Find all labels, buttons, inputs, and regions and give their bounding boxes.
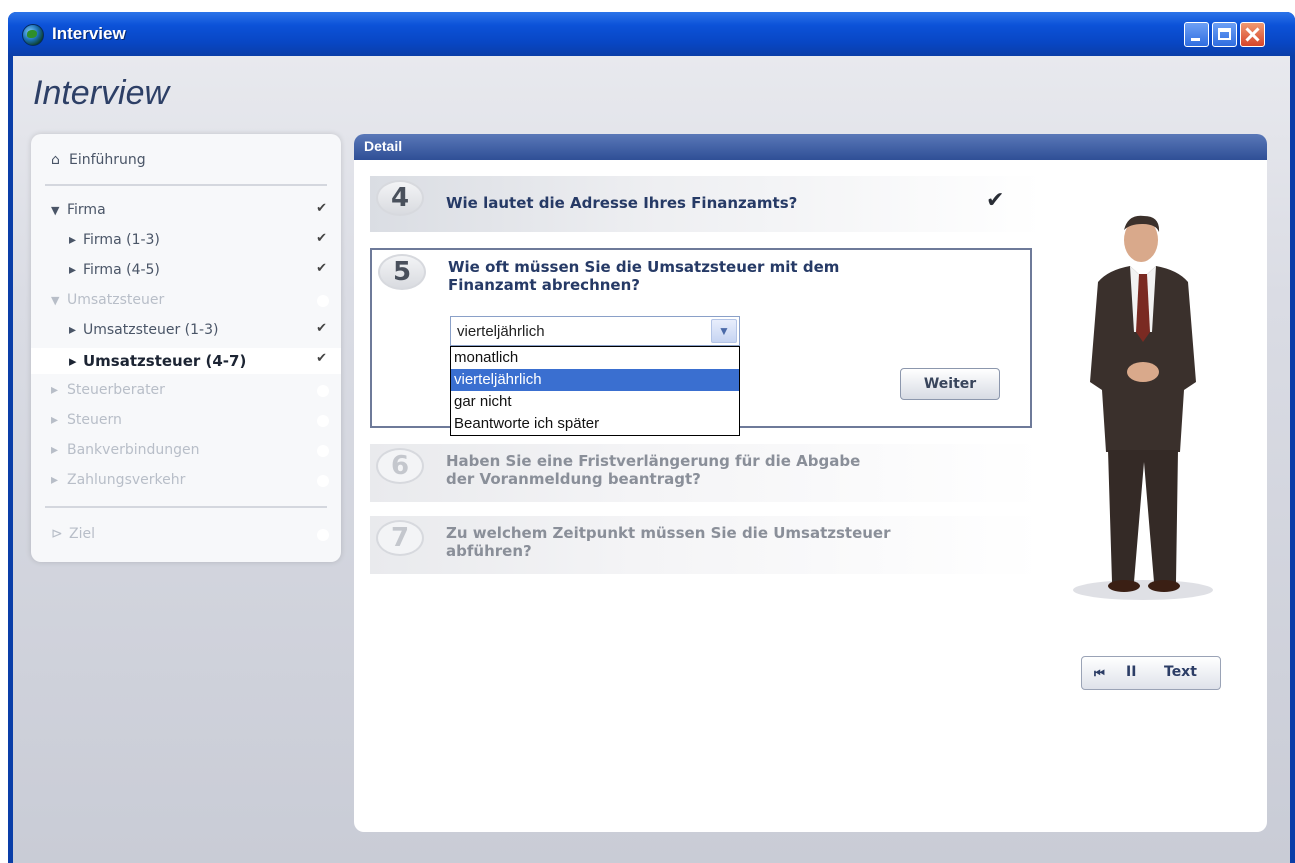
frequency-dropdown-list: monatlich vierteljährlich gar nicht Bean…: [450, 346, 740, 436]
dropdown-option[interactable]: gar nicht: [451, 391, 739, 413]
chevron-down-icon[interactable]: ▼: [711, 319, 737, 343]
dropdown-option-selected[interactable]: vierteljährlich: [451, 369, 739, 391]
question-number: 7: [376, 520, 424, 556]
sidebar-item-label: Firma (1-3): [83, 232, 160, 248]
sidebar-item-umsatzsteuer-4-7[interactable]: ▸ Umsatzsteuer (4-7) ✔: [31, 348, 341, 374]
question-text: Wie lautet die Adresse Ihres Finanzamts?: [446, 194, 798, 212]
divider: [45, 506, 327, 508]
check-icon: ✔: [986, 188, 1005, 213]
chevron-right-icon: ▸: [69, 352, 77, 370]
question-text-line: Haben Sie eine Fristverlängerung für die…: [446, 452, 861, 470]
sidebar-item-umsatzsteuer[interactable]: ▼ Umsatzsteuer: [31, 288, 341, 314]
status-dot: [317, 529, 329, 541]
sidebar-item-bankverbindungen[interactable]: ▸ Bankverbindungen: [31, 438, 341, 464]
sidebar-item-label: Umsatzsteuer (4-7): [83, 352, 247, 370]
divider: [45, 184, 327, 186]
question-number: 6: [376, 448, 424, 484]
chevron-right-icon: ▸: [51, 412, 59, 428]
sidebar-item-label: Steuerberater: [67, 382, 165, 398]
sidebar-item-label: Umsatzsteuer (1-3): [83, 322, 219, 338]
sidebar-item-firma-4-5[interactable]: ▸ Firma (4-5) ✔: [31, 258, 341, 284]
chevron-right-icon: ▸: [51, 382, 59, 398]
select-value: vierteljährlich: [457, 323, 545, 340]
flag-icon: ⊳: [51, 526, 63, 542]
rewind-icon[interactable]: ⏮: [1094, 666, 1105, 681]
frequency-select[interactable]: vierteljährlich ▼: [450, 316, 740, 346]
presenter-figure: [1073, 215, 1213, 600]
pause-icon[interactable]: II: [1126, 664, 1136, 680]
sidebar-item-firma-1-3[interactable]: ▸ Firma (1-3) ✔: [31, 228, 341, 254]
sidebar-item-steuern[interactable]: ▸ Steuern: [31, 408, 341, 434]
sidebar-item-label: Ziel: [69, 526, 95, 542]
question-text-line: der Voranmeldung beantragt?: [446, 470, 701, 488]
question-4[interactable]: 4 Wie lautet die Adresse Ihres Finanzamt…: [370, 176, 1042, 232]
sidebar-item-label: Einführung: [69, 152, 146, 168]
page-title: Interview: [33, 74, 170, 112]
dropdown-option[interactable]: monatlich: [451, 347, 739, 369]
chevron-right-icon: ▸: [69, 322, 77, 338]
check-icon: ✔: [316, 351, 327, 366]
sidebar-item-label: Zahlungsverkehr: [67, 472, 186, 488]
close-button[interactable]: [1240, 22, 1265, 47]
sidebar-item-umsatzsteuer-1-3[interactable]: ▸ Umsatzsteuer (1-3) ✔: [31, 318, 341, 344]
question-text-line: Finanzamt abrechnen?: [448, 276, 640, 294]
minimize-button[interactable]: [1184, 22, 1209, 47]
chevron-down-icon: ▼: [51, 204, 60, 217]
sidebar-item-firma[interactable]: ▼ Firma ✔: [31, 198, 341, 224]
sidebar-item-zahlungsverkehr[interactable]: ▸ Zahlungsverkehr: [31, 468, 341, 494]
sidebar-item-label: Firma: [67, 202, 106, 218]
check-icon: ✔: [316, 321, 327, 336]
status-dot: [317, 415, 329, 427]
question-6[interactable]: 6 Haben Sie eine Fristverlängerung für d…: [370, 444, 1042, 502]
question-text-line: abführen?: [446, 542, 532, 560]
status-dot: [317, 295, 329, 307]
question-number: 5: [378, 254, 426, 290]
status-dot: [317, 445, 329, 457]
check-icon: ✔: [316, 261, 327, 276]
chevron-right-icon: ▸: [51, 472, 59, 488]
globe-icon: [22, 24, 44, 46]
question-number: 4: [376, 180, 424, 216]
media-controls: ⏮ II Text: [1081, 656, 1221, 690]
sidebar-item-steuerberater[interactable]: ▸ Steuerberater: [31, 378, 341, 404]
status-dot: [317, 475, 329, 487]
check-icon: ✔: [316, 231, 327, 246]
question-text: Wie oft müssen Sie die Umsatzsteuer mit …: [448, 258, 839, 294]
dropdown-option[interactable]: Beantworte ich später: [451, 413, 739, 435]
question-text-line: Wie oft müssen Sie die Umsatzsteuer mit …: [448, 258, 840, 276]
chevron-down-icon: ▼: [51, 294, 60, 307]
question-text: Haben Sie eine Fristverlängerung für die…: [446, 452, 860, 488]
sidebar: ⌂ Einführung ▼ Firma ✔ ▸ Firma (1-3) ✔ ▸…: [31, 134, 341, 562]
chevron-right-icon: ▸: [69, 232, 77, 248]
sidebar-item-ziel[interactable]: ⊳ Ziel: [31, 522, 341, 548]
status-dot: [317, 385, 329, 397]
question-text-line: Zu welchem Zeitpunkt müssen Sie die Umsa…: [446, 524, 891, 542]
sidebar-item-label: Umsatzsteuer: [67, 292, 165, 308]
maximize-button[interactable]: [1212, 22, 1237, 47]
text-button[interactable]: Text: [1164, 664, 1197, 680]
weiter-button[interactable]: Weiter: [900, 368, 1000, 400]
sidebar-item-home[interactable]: ⌂ Einführung: [31, 148, 341, 174]
sidebar-item-label: Steuern: [67, 412, 122, 428]
title-bar[interactable]: Interview: [8, 12, 1295, 56]
question-text: Zu welchem Zeitpunkt müssen Sie die Umsa…: [446, 524, 891, 560]
window-title: Interview: [52, 24, 126, 43]
chevron-right-icon: ▸: [69, 262, 77, 278]
panel-header: Detail: [354, 134, 1267, 160]
sidebar-item-label: Firma (4-5): [83, 262, 160, 278]
question-5: 5 Wie oft müssen Sie die Umsatzsteuer mi…: [370, 248, 1032, 436]
home-icon: ⌂: [51, 152, 60, 168]
check-icon: ✔: [316, 201, 327, 216]
chevron-right-icon: ▸: [51, 442, 59, 458]
sidebar-item-label: Bankverbindungen: [67, 442, 200, 458]
question-7[interactable]: 7 Zu welchem Zeitpunkt müssen Sie die Um…: [370, 516, 1042, 574]
